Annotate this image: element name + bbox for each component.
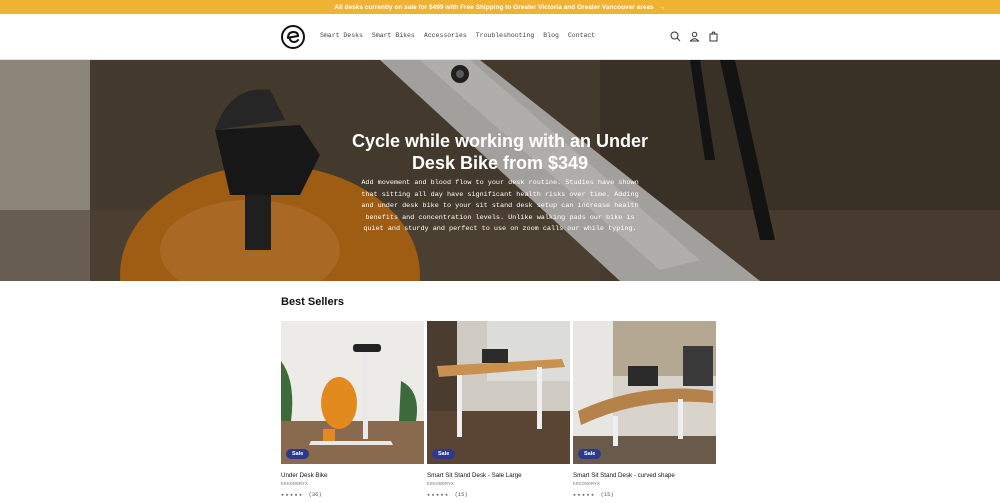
cart-icon[interactable] — [707, 30, 720, 43]
star-rating-icon: ★★★★★ — [281, 491, 304, 498]
hero-title: Cycle while working with an Under Desk B… — [351, 131, 649, 173]
announcement-text: All desks currently on sale for $499 wit… — [334, 3, 654, 11]
product-vendor: ERGONOMYX — [281, 482, 309, 487]
nav-troubleshooting[interactable]: Troubleshooting — [476, 32, 535, 39]
product-grid: Sale Under Desk Bike ERGONOMYX ★★★★★ (36… — [281, 321, 716, 498]
star-rating-icon: ★★★★★ — [427, 491, 450, 498]
product-image[interactable]: Sale — [573, 321, 716, 464]
announcement-bar[interactable]: All desks currently on sale for $499 wit… — [0, 0, 1000, 14]
star-rating-icon: ★★★★★ — [573, 491, 596, 498]
nav-smart-desks[interactable]: Smart Desks — [320, 32, 363, 39]
hero-description: Add movement and blood flow to your desk… — [361, 179, 639, 233]
product-title[interactable]: Under Desk Bike — [281, 472, 424, 479]
product-vendor: ERGONOMYX — [573, 482, 601, 487]
product-card[interactable]: Sale Smart Sit Stand Desk - Sale Large E… — [427, 321, 570, 498]
nav-smart-bikes[interactable]: Smart Bikes — [372, 32, 415, 39]
product-image[interactable]: Sale — [427, 321, 570, 464]
main-nav: Smart Desks Smart Bikes Accessories Trou… — [320, 32, 595, 39]
search-icon[interactable] — [669, 30, 682, 43]
sale-badge: Sale — [432, 449, 456, 459]
product-title[interactable]: Smart Sit Stand Desk - Sale Large — [427, 472, 570, 479]
review-count: (15) — [454, 491, 468, 498]
logo-icon[interactable] — [281, 25, 305, 49]
header-icons — [669, 30, 720, 43]
product-rating: ★★★★★ (36) — [281, 491, 424, 498]
product-title[interactable]: Smart Sit Stand Desk - curved shape — [573, 472, 716, 479]
site-header: Smart Desks Smart Bikes Accessories Trou… — [0, 14, 1000, 60]
product-vendor: ERGONOMYX — [427, 482, 455, 487]
product-card[interactable]: Sale Under Desk Bike ERGONOMYX ★★★★★ (36… — [281, 321, 424, 498]
sale-badge: Sale — [286, 449, 310, 459]
product-rating: ★★★★★ (15) — [427, 491, 570, 498]
nav-contact[interactable]: Contact — [568, 32, 595, 39]
review-count: (36) — [308, 491, 322, 498]
nav-blog[interactable]: Blog — [543, 32, 559, 39]
product-image[interactable]: Sale — [281, 321, 424, 464]
hero-banner: Cycle while working with an Under Desk B… — [0, 60, 1000, 281]
nav-accessories[interactable]: Accessories — [424, 32, 467, 39]
product-card[interactable]: Sale Smart Sit Stand Desk - curved shape… — [573, 321, 716, 498]
arrow-right-icon: → — [658, 3, 666, 11]
best-sellers-heading: Best Sellers — [281, 296, 344, 308]
product-rating: ★★★★★ (15) — [573, 491, 716, 498]
review-count: (15) — [600, 491, 614, 498]
account-icon[interactable] — [688, 30, 701, 43]
sale-badge: Sale — [578, 449, 602, 459]
